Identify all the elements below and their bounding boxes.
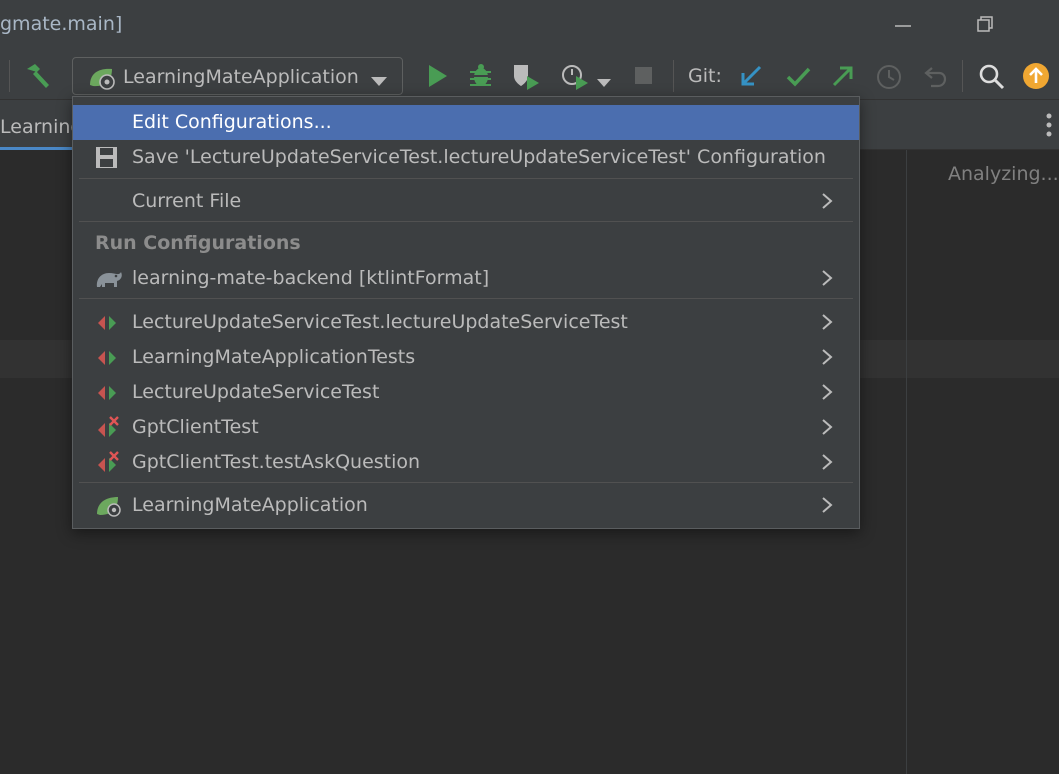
menu-item-label: LectureUpdateServiceTest	[132, 381, 380, 403]
menu-separator	[79, 482, 853, 483]
history-clock-icon[interactable]	[875, 63, 903, 91]
analysis-status: Analyzing...	[948, 163, 1059, 185]
git-label: Git:	[688, 65, 722, 87]
menu-separator	[79, 221, 853, 222]
run-config-label: LearningMateApplication	[123, 66, 359, 88]
more-options-icon[interactable]	[1044, 112, 1054, 142]
gradle-elephant-icon	[95, 267, 122, 291]
toolbar-separator	[673, 60, 674, 92]
chevron-right-icon	[820, 416, 834, 438]
menu-item-label: learning-mate-backend [ktlintFormat]	[132, 267, 490, 289]
build-hammer-icon[interactable]	[24, 62, 52, 90]
save-configuration-item[interactable]: Save 'LectureUpdateServiceTest.lectureUp…	[73, 140, 859, 175]
rollback-icon[interactable]	[921, 63, 949, 91]
git-update-icon[interactable]	[738, 63, 766, 91]
menu-item-label: GptClientTest	[132, 416, 259, 438]
chevron-right-icon	[820, 381, 834, 403]
test-config-item[interactable]: LectureUpdateServiceTest	[73, 375, 859, 410]
restore-icon	[977, 16, 993, 32]
junit-test-icon	[95, 381, 121, 405]
chevron-down-icon[interactable]	[597, 73, 611, 92]
window-title: gmate.main]	[0, 13, 123, 35]
minimize-icon	[895, 25, 911, 27]
chevron-right-icon	[820, 346, 834, 368]
spring-boot-icon	[95, 494, 121, 518]
minimize-button[interactable]	[888, 10, 918, 40]
menu-item-label: LectureUpdateServiceTest.lectureUpdateSe…	[132, 311, 628, 333]
save-icon	[95, 146, 121, 170]
editor-divider	[906, 150, 907, 774]
restore-button[interactable]	[970, 10, 1000, 40]
debug-bug-icon[interactable]	[467, 62, 495, 90]
coverage-icon[interactable]	[511, 62, 539, 90]
git-push-icon[interactable]	[829, 63, 857, 91]
search-icon[interactable]	[978, 63, 1006, 91]
run-configurations-header: Run Configurations	[95, 232, 301, 254]
test-config-item[interactable]: GptClientTest	[73, 410, 859, 445]
spring-boot-icon	[87, 65, 117, 95]
chevron-right-icon	[820, 267, 834, 289]
chevron-down-icon	[371, 72, 387, 91]
toolbar-separator	[9, 60, 10, 92]
junit-test-icon	[95, 311, 121, 335]
test-config-item[interactable]: LearningMateApplicationTests	[73, 340, 859, 375]
menu-item-label: LearningMateApplicationTests	[132, 346, 416, 368]
junit-test-failed-icon	[95, 451, 121, 475]
menu-item-label: GptClientTest.testAskQuestion	[132, 451, 421, 473]
menu-item-label: Save 'LectureUpdateServiceTest.lectureUp…	[132, 146, 826, 168]
junit-test-failed-icon	[95, 416, 121, 440]
title-bar: gmate.main]	[0, 0, 1059, 52]
chevron-right-icon	[820, 190, 834, 212]
update-arrow-up-icon[interactable]	[1022, 62, 1050, 90]
spring-app-config-item[interactable]: LearningMateApplication	[73, 488, 859, 523]
test-config-item[interactable]: GptClientTest.testAskQuestion	[73, 445, 859, 480]
gradle-config-item[interactable]: learning-mate-backend [ktlintFormat]	[73, 261, 859, 296]
run-config-selector[interactable]: LearningMateApplication	[72, 57, 403, 95]
main-toolbar: LearningMateApplication Git:	[0, 52, 1059, 100]
junit-test-icon	[95, 346, 121, 370]
edit-configurations-item[interactable]: Edit Configurations...	[73, 105, 859, 140]
chevron-right-icon	[820, 494, 834, 516]
git-commit-check-icon[interactable]	[785, 63, 813, 91]
run-configurations-popup: Edit Configurations... Save 'LectureUpda…	[72, 96, 860, 529]
menu-item-label: Current File	[132, 190, 242, 212]
menu-item-label: LearningMateApplication	[132, 494, 368, 516]
menu-item-label: Edit Configurations...	[132, 111, 332, 133]
menu-separator	[79, 178, 853, 179]
toolbar-separator	[962, 60, 963, 92]
stop-icon[interactable]	[631, 64, 659, 92]
test-config-item[interactable]: LectureUpdateServiceTest.lectureUpdateSe…	[73, 305, 859, 340]
menu-separator	[79, 298, 853, 299]
chevron-right-icon	[820, 311, 834, 333]
run-icon[interactable]	[423, 62, 451, 90]
current-file-item[interactable]: Current File	[73, 184, 859, 219]
chevron-right-icon	[820, 451, 834, 473]
profiler-icon[interactable]	[560, 62, 588, 90]
tab-learning[interactable]: Learning	[0, 116, 83, 138]
